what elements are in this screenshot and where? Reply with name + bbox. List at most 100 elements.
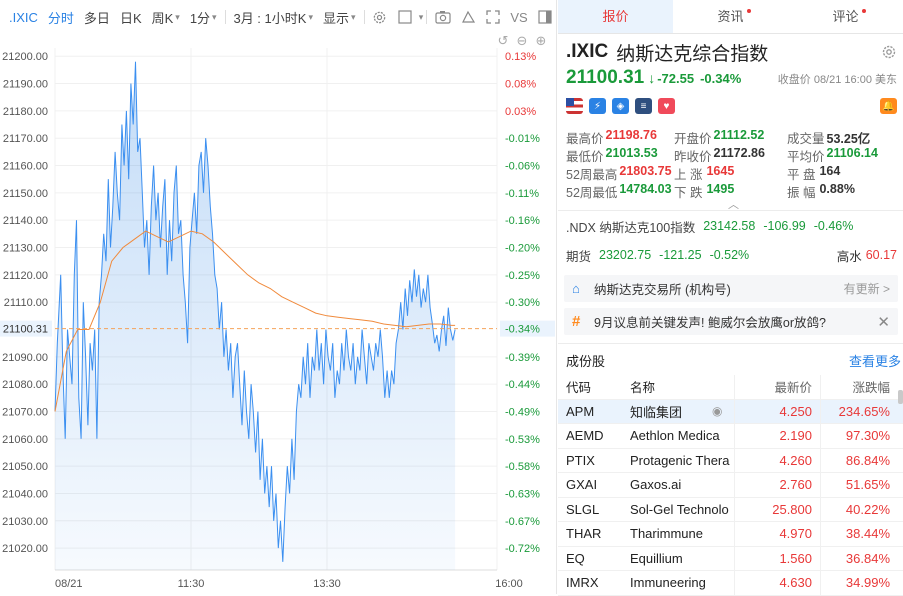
lightning-icon[interactable]: ⚡: [589, 98, 606, 114]
display-select[interactable]: 显示 ▾: [318, 8, 361, 27]
exchange-card-update: 有更新 >: [843, 282, 890, 296]
tab-daily-k[interactable]: 日K: [115, 8, 147, 27]
bank-icon: ⌂: [572, 281, 580, 296]
stat-value: 21112.52: [713, 127, 765, 142]
table-row[interactable]: GXAI Gaxos.ai 2.760 51.65%: [558, 473, 903, 498]
table-body: APM 知临集团 ◉ 4.250 234.65% AEMD Aethlon Medica 2.…: [558, 399, 903, 596]
symbol-label: .IXIC: [9, 9, 38, 25]
checkbox-icon[interactable]: [397, 9, 412, 25]
stat-label: 最高价: [566, 131, 604, 146]
badge-row: ⚡ ◈ ≡ ♥ 🔔: [566, 97, 897, 115]
premium-label: 高水: [836, 249, 862, 264]
tab-quote[interactable]: 报价: [558, 0, 673, 33]
display-select-label: 显示: [322, 10, 349, 26]
col-header-name[interactable]: 名称: [622, 377, 732, 396]
tab-comments[interactable]: 评论: [788, 0, 903, 33]
exchange-card[interactable]: ⌂ 纳斯达克交易所 (机构号) 有更新 >: [564, 275, 898, 302]
eye-icon[interactable]: ◉: [712, 404, 722, 418]
tab-weekly-k-label: 周K: [151, 10, 174, 26]
tab-news[interactable]: 资讯: [673, 0, 788, 33]
pct-tick-label: -0.11%: [505, 188, 539, 200]
heart-icon[interactable]: ♥: [658, 98, 675, 114]
fullscreen-icon[interactable]: [486, 9, 500, 25]
col-header-price[interactable]: 最新价: [734, 375, 820, 399]
title-row: .IXIC 纳斯达克综合指数: [566, 40, 897, 65]
compare-vs-button[interactable]: VS: [505, 10, 532, 25]
stock-name: Gaxos.ai: [630, 477, 682, 493]
tab-1min[interactable]: 1分 ▾: [185, 8, 222, 27]
y-tick-label: 21200.00: [2, 51, 48, 63]
stat-value: 21172.86: [713, 145, 765, 160]
stock-code: AEMD: [566, 428, 604, 444]
related-index-name: .NDX 纳斯达克100指数: [566, 220, 696, 235]
gear-icon[interactable]: [372, 9, 387, 25]
stock-code: THAR: [566, 526, 602, 542]
chevron-down-icon: ▾: [212, 11, 217, 22]
exchange-card-text: 纳斯达克交易所 (机构号): [594, 283, 731, 297]
table-row[interactable]: THAR Tharimmune 4.970 38.44%: [558, 522, 903, 547]
futures-change-pct: -0.52%: [709, 248, 750, 262]
stat-value: 53.25亿: [826, 131, 871, 146]
stats-row: 最低价 21013.53 昨收价 21172.86 平均价 21106.14: [566, 146, 900, 164]
table-row[interactable]: PTIX Protagenic Thera 4.260 86.84%: [558, 448, 903, 473]
stock-change-pct: 51.65%: [820, 473, 894, 497]
index-name: 纳斯达克综合指数: [616, 43, 769, 65]
unread-dot: [746, 9, 751, 13]
stat-value: 14784.03: [619, 181, 672, 196]
stock-name: Tharimmune: [630, 526, 703, 542]
table-row[interactable]: EQ Equillium 1.560 36.84%: [558, 546, 903, 571]
stat-label: 昨收价: [674, 149, 712, 164]
table-row[interactable]: IMRX Immuneering 4.630 34.99%: [558, 571, 903, 596]
related-index-row[interactable]: .NDX 纳斯达克100指数 23142.58 -106.99 -0.46%: [566, 217, 897, 235]
stock-change-pct: 38.44%: [820, 522, 894, 546]
stock-price: 1.560: [734, 546, 820, 570]
pct-tick-label: 0.13%: [505, 51, 536, 63]
tag-icon[interactable]: ◈: [612, 98, 629, 114]
col-header-pct[interactable]: 涨跌幅: [820, 375, 894, 399]
x-tick-label: 16:00: [495, 578, 523, 590]
shape-icon[interactable]: [461, 9, 476, 25]
range-select[interactable]: 3月 : 1小时K ▾: [228, 8, 318, 27]
sidebar-toggle-icon[interactable]: [538, 9, 552, 25]
table-row[interactable]: APM 知临集团 ◉ 4.250 234.65%: [558, 399, 903, 424]
stat-label: 开盘价: [674, 131, 712, 146]
stock-code: EQ: [566, 550, 585, 566]
bell-icon[interactable]: 🔔: [880, 98, 897, 114]
col-header-code[interactable]: 代码: [558, 377, 622, 396]
stat-label: 平 盘: [787, 167, 816, 182]
table-row[interactable]: SLGL Sol-Gel Technolo 25.800 40.22%: [558, 497, 903, 522]
intraday-chart[interactable]: 21200.00 0.13% 21190.00 0.08% 21180.00 0.03% 2…: [0, 40, 557, 594]
tab-intraday[interactable]: 分时: [43, 8, 79, 27]
stock-name: Equillium: [630, 550, 683, 566]
scrollbar[interactable]: [898, 390, 903, 594]
list-icon[interactable]: ≡: [635, 98, 652, 114]
stock-change-pct: 34.99%: [820, 571, 894, 595]
stat-label: 下 跌: [674, 185, 703, 200]
table-row[interactable]: AEMD Aethlon Medica 2.190 97.30%: [558, 424, 903, 449]
scrollbar-thumb[interactable]: [898, 390, 903, 404]
news-card[interactable]: # 9月议息前关键发声! 鲍威尔会放鹰or放鸽? ✕: [564, 308, 898, 335]
tab-weekly-k[interactable]: 周K ▾: [147, 8, 185, 27]
chevron-down-icon[interactable]: ▾: [419, 12, 424, 23]
stock-change-pct: 40.22%: [820, 497, 894, 521]
futures-row[interactable]: 期货 23202.75 -121.25 -0.52% 高水 60.17: [566, 246, 897, 264]
camera-icon[interactable]: [435, 9, 451, 25]
stats-row: 最高价 21198.76 开盘价 21112.52 成交量 53.25亿: [566, 128, 900, 146]
last-pct-label: -0.34%: [505, 324, 540, 336]
see-more-link[interactable]: 查看更多: [849, 351, 901, 370]
close-icon[interactable]: ✕: [877, 313, 890, 331]
x-tick-label: 11:30: [178, 578, 205, 590]
tab-multi-day[interactable]: 多日: [79, 8, 115, 27]
stock-change-pct: 97.30%: [820, 424, 894, 448]
stock-price: 4.260: [734, 448, 820, 472]
y-tick-label: 21110.00: [4, 297, 48, 309]
stock-price: 2.190: [734, 424, 820, 448]
last-price: 21100.31: [566, 67, 645, 88]
y-tick-label: 21140.00: [3, 215, 48, 227]
hashtag-icon: #: [572, 313, 581, 330]
index-symbol: .IXIC: [566, 41, 609, 62]
quote-stats: 最高价 21198.76 开盘价 21112.52 成交量 53.25亿 最低价 210…: [566, 128, 900, 200]
stat-52w-low: 52周最低 14784.03: [566, 182, 674, 201]
gear-icon[interactable]: [881, 44, 897, 60]
constituents-header: 成份股 查看更多: [566, 351, 901, 369]
